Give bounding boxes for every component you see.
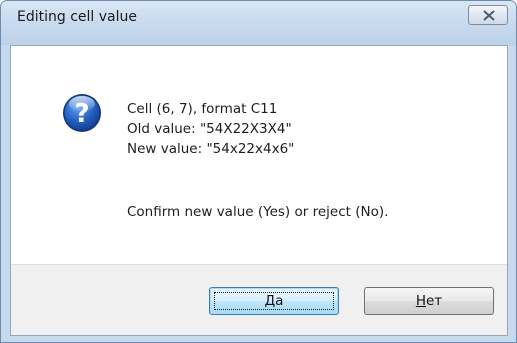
no-button-label: ет <box>425 293 443 309</box>
close-button[interactable] <box>468 5 508 25</box>
confirm-prompt: Confirm new value (Yes) or reject (No). <box>127 204 389 220</box>
message-line-new-value: New value: "54x22x4x6" <box>127 141 295 157</box>
question-icon: ? <box>63 94 101 132</box>
title-bar[interactable]: Editing cell value <box>1 1 516 45</box>
svg-text:?: ? <box>74 99 89 129</box>
focus-rectangle <box>214 292 334 310</box>
close-icon <box>483 10 495 21</box>
no-button[interactable]: Нет <box>364 287 494 315</box>
no-button-mnemonic: Н <box>415 293 426 309</box>
yes-button[interactable]: Да <box>209 287 339 315</box>
message-line-cell: Cell (6, 7), format C11 <box>127 101 278 117</box>
dialog-client-area: ? Cell (6, 7), format C11 Old value: "54… <box>10 45 508 336</box>
message-text: Cell (6, 7), format C11 Old value: "54X2… <box>127 99 294 159</box>
dialog-window: Editing cell value ? Cell (6, 7), format… <box>0 0 517 343</box>
button-bar: Да Нет <box>11 264 507 335</box>
message-area: ? Cell (6, 7), format C11 Old value: "54… <box>11 46 507 264</box>
message-line-old-value: Old value: "54X22X3X4" <box>127 121 292 137</box>
window-title: Editing cell value <box>17 9 137 25</box>
